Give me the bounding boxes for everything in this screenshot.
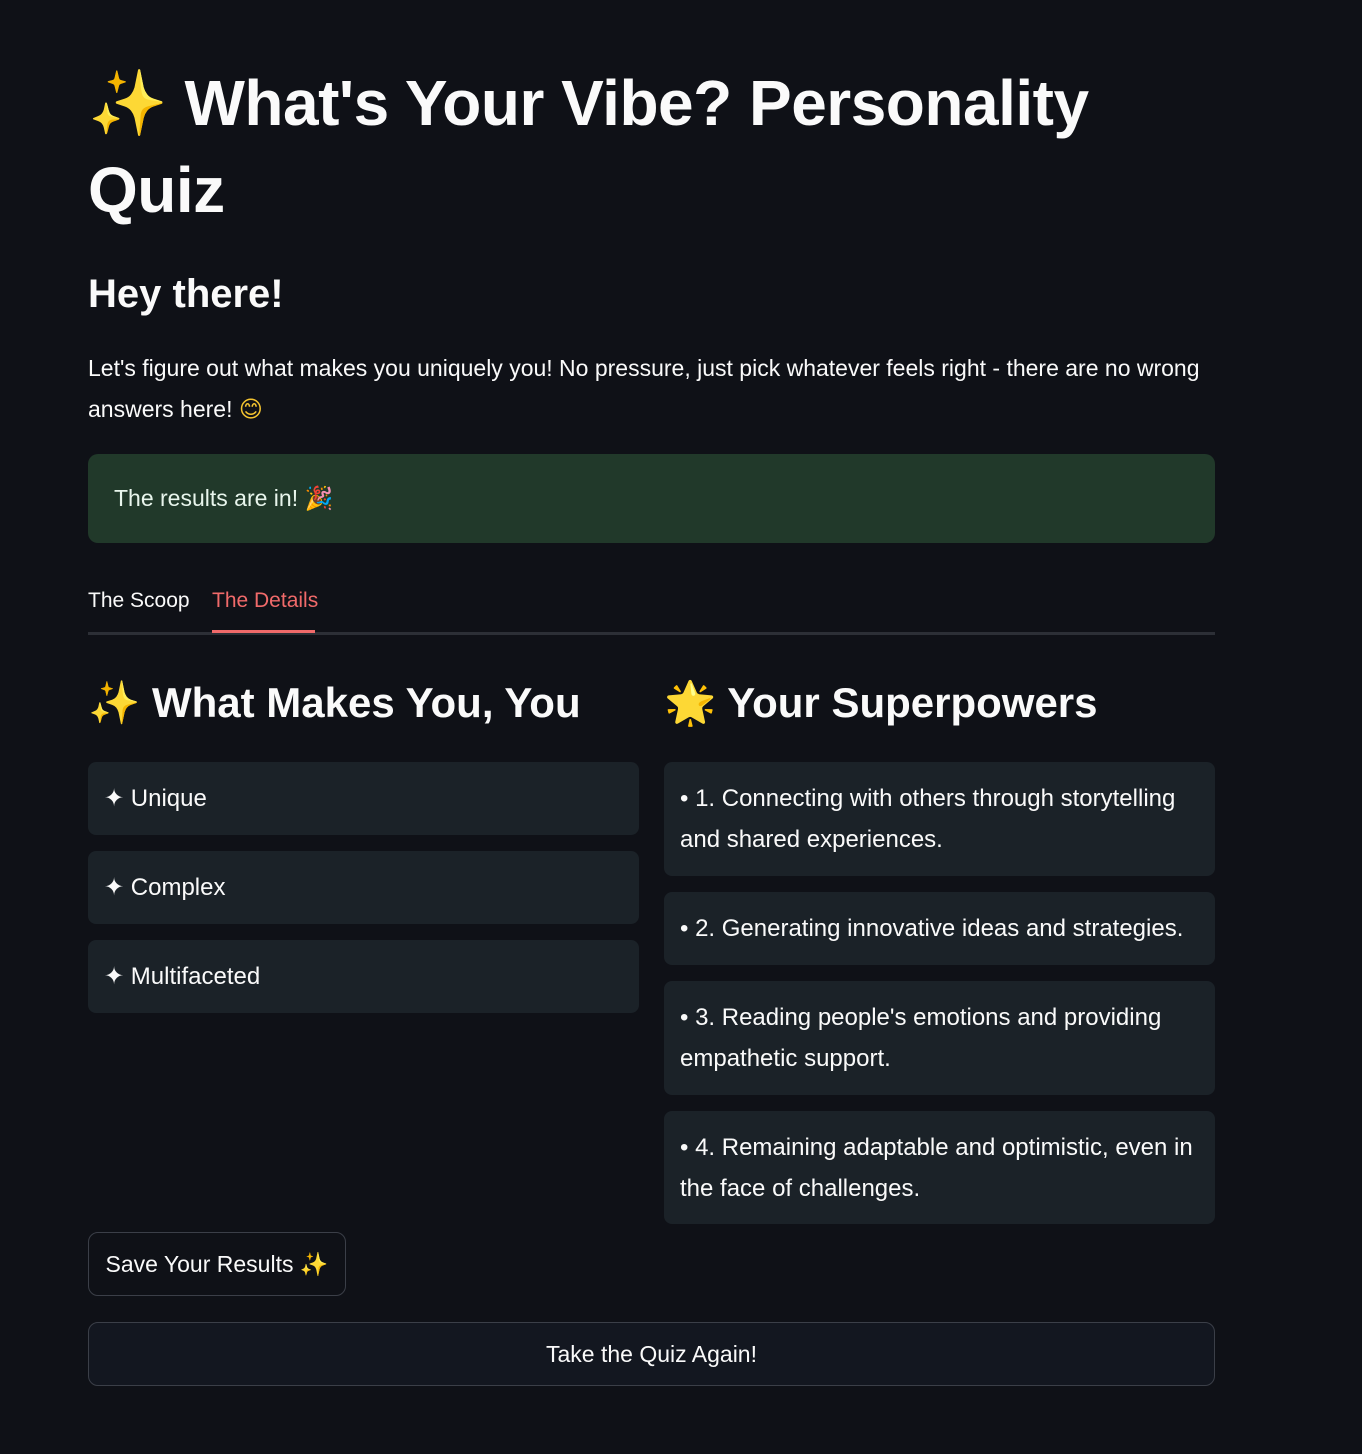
superpower-card: • 3. Reading people's emotions and provi… — [664, 981, 1215, 1095]
superpower-card: • 1. Connecting with others through stor… — [664, 762, 1215, 876]
app-page: ✨ What's Your Vibe? Personality Quiz Hey… — [0, 0, 1362, 1454]
page-title: ✨ What's Your Vibe? Personality Quiz — [88, 60, 1215, 233]
superpower-text: • 3. Reading people's emotions and provi… — [680, 1004, 1162, 1072]
superpower-text: • 4. Remaining adaptable and optimistic,… — [680, 1133, 1193, 1202]
four-point-star-icon: ✦ — [104, 963, 125, 990]
trait-card: ✦ Multifaceted — [88, 940, 639, 1013]
trait-label: Complex — [130, 874, 226, 901]
trait-card: ✦ Unique — [88, 762, 639, 835]
superpower-text: • 2. Generating innovative ideas and str… — [680, 915, 1184, 942]
trait-label: Multifaceted — [130, 963, 261, 990]
alert-text: The results are in! — [114, 485, 299, 511]
retake-quiz-button[interactable]: Take the Quiz Again! — [88, 1322, 1215, 1386]
superpower-card: • 4. Remaining adaptable and optimistic,… — [664, 1111, 1215, 1224]
trait-label: Unique — [130, 785, 207, 812]
traits-heading-text: What Makes You, You — [151, 679, 581, 726]
superpowers-heading-text: Your Superpowers — [727, 679, 1098, 726]
tab-the-scoop[interactable]: The Scoop — [88, 586, 190, 616]
party-popper-icon: 🎉 — [304, 486, 334, 512]
trait-card: ✦ Complex — [88, 851, 639, 924]
traits-heading: ✨ What Makes You, You — [88, 676, 581, 730]
save-results-button[interactable]: Save Your Results ✨ — [88, 1232, 346, 1296]
four-point-star-icon: ✦ — [104, 874, 125, 901]
active-tab-indicator — [212, 630, 315, 633]
sparkles-icon: ✨ — [88, 67, 168, 141]
superpower-card: • 2. Generating innovative ideas and str… — [664, 892, 1215, 965]
sparkles-icon: ✨ — [299, 1251, 329, 1278]
save-results-label: Save Your Results — [105, 1250, 294, 1277]
intro-text: Let's figure out what makes you uniquely… — [88, 348, 1215, 431]
sparkles-icon: ✨ — [88, 678, 141, 727]
smiling-face-icon: 😊 — [238, 397, 263, 423]
success-alert: The results are in! 🎉 — [88, 454, 1215, 543]
results-tabs: The Scoop The Details — [88, 578, 1215, 635]
tab-the-details[interactable]: The Details — [212, 586, 318, 616]
greeting-heading: Hey there! — [88, 272, 284, 316]
glowing-star-icon: 🌟 — [664, 678, 717, 727]
superpowers-heading: 🌟 Your Superpowers — [664, 676, 1098, 730]
page-title-text: What's Your Vibe? Personality Quiz — [88, 67, 1089, 226]
four-point-star-icon: ✦ — [104, 785, 125, 812]
superpower-text: • 1. Connecting with others through stor… — [680, 785, 1176, 853]
